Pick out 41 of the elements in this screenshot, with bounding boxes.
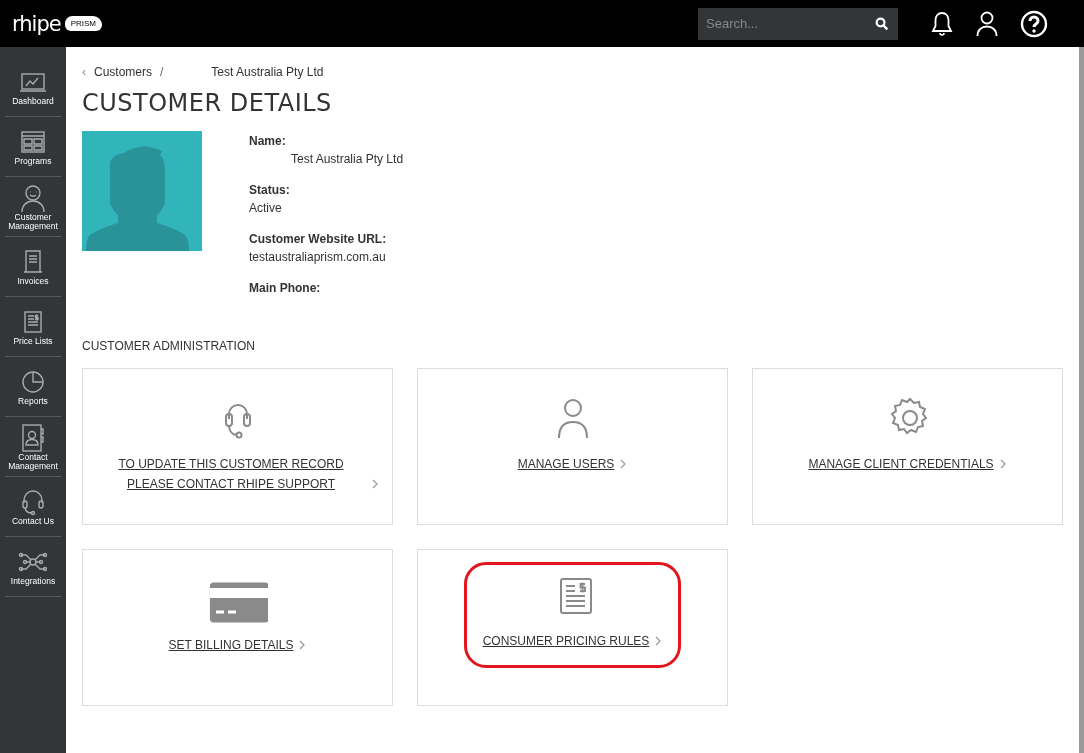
logo-badge: PRISM: [64, 16, 102, 31]
scrollbar[interactable]: [1079, 47, 1084, 753]
help-icon[interactable]: [1020, 9, 1048, 38]
sidebar-item[interactable]: Reports: [5, 357, 61, 417]
sidebar-item[interactable]: Price Lists: [5, 297, 61, 357]
chevron-icon: [654, 636, 663, 646]
card-link[interactable]: TO UPDATE THIS CUSTOMER RECORD PLEASE CONTACT RHIPE SUPPORT: [96, 454, 366, 494]
logo[interactable]: rhipe: [12, 11, 61, 36]
card-link[interactable]: MANAGE USERS: [517, 454, 615, 474]
breadcrumb-link[interactable]: Customers: [94, 65, 152, 79]
chevron-icon: [298, 640, 307, 650]
sidebar-item[interactable]: Integrations: [5, 537, 61, 597]
chevron-icon: [619, 459, 628, 469]
field-value: testaustraliaprism.com.au: [249, 250, 387, 264]
chevron-icon: [371, 479, 379, 489]
search-icon[interactable]: [875, 16, 888, 30]
sidebar-item[interactable]: Programs: [5, 117, 61, 177]
sidebar-item[interactable]: Dashboard: [5, 57, 61, 117]
search-field[interactable]: Search...: [698, 7, 898, 40]
field-label: Main Phone:: [249, 281, 322, 295]
back-chevron[interactable]: ‹: [82, 65, 86, 79]
chevron-icon: [998, 459, 1007, 469]
card-link[interactable]: CONSUMER PRICING RULES: [482, 631, 650, 651]
sidebar-item[interactable]: Contact Management: [5, 417, 61, 477]
field-value: Active: [249, 201, 283, 215]
section-heading: CUSTOMER ADMINISTRATION: [82, 339, 256, 353]
field-value: Test Australia Pty Ltd: [290, 152, 404, 166]
card-link[interactable]: SET BILLING DETAILS: [168, 635, 294, 655]
card-link[interactable]: MANAGE CLIENT CREDENTIALS: [808, 454, 994, 474]
page-title: CUSTOMER DETAILS: [82, 89, 333, 117]
field-label: Customer Website URL:: [249, 232, 388, 246]
breadcrumb-separator: /: [160, 65, 164, 79]
field-label: Name:: [249, 134, 287, 148]
sidebar-item[interactable]: Invoices: [5, 237, 61, 297]
sidebar-item[interactable]: Customer Management: [5, 177, 61, 237]
user-icon[interactable]: [976, 10, 998, 37]
field-label: Status:: [249, 183, 291, 197]
smiley-person-icon[interactable]: [18, 182, 48, 213]
breadcrumb-current: Test Australia Pty Ltd: [211, 65, 324, 79]
bell-icon[interactable]: [930, 10, 954, 37]
sidebar-item[interactable]: Contact Us: [5, 477, 61, 537]
